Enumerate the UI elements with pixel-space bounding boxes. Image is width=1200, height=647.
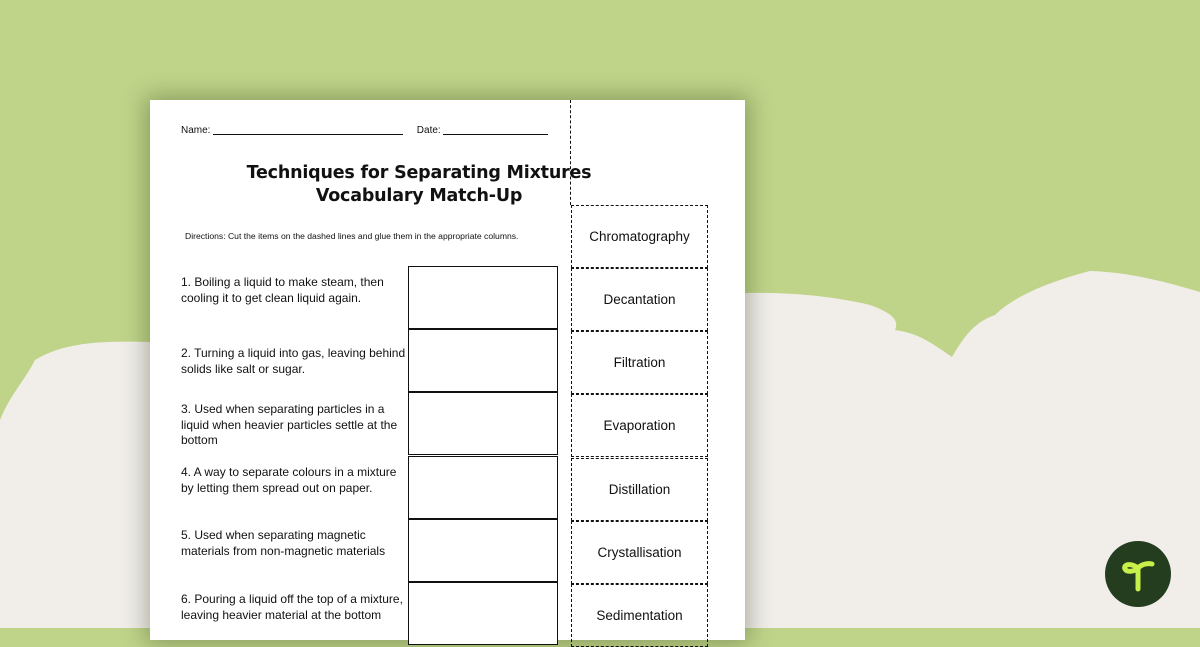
answer-box[interactable] [408,456,558,519]
term-card[interactable]: Distillation [571,458,708,522]
question-item: 6. Pouring a liquid off the top of a mix… [181,592,403,622]
answer-box[interactable] [408,392,558,455]
term-card[interactable]: Chromatography [571,205,708,269]
worksheet-page: Name: Date: Techniques for Separating Mi… [150,100,745,647]
name-label: Name: [181,125,211,136]
term-card[interactable]: Sedimentation [571,584,708,647]
term-card[interactable]: Evaporation [571,394,708,458]
term-card[interactable]: Crystallisation [571,521,708,585]
answer-box[interactable] [408,266,558,329]
question-item: 4. A way to separate colours in a mixtur… [181,465,397,495]
date-field[interactable] [443,134,549,135]
sprout-t-icon [1122,561,1155,592]
term-card[interactable]: Filtration [571,331,708,395]
question-item: 1. Boiling a liquid to make steam, then … [181,275,384,305]
question-item: 3. Used when separating particles in a l… [181,402,398,447]
answer-box[interactable] [408,329,558,392]
name-date-row: Name: Date: [181,125,549,136]
worksheet-title: Techniques for Separating Mixtures Vocab… [150,162,688,208]
brand-logo[interactable] [1105,541,1171,607]
term-card[interactable]: Decantation [571,268,708,332]
date-label: Date: [416,125,441,136]
cream-blob-shape [0,341,150,628]
answer-box[interactable] [408,519,558,582]
answer-box[interactable] [408,582,558,645]
directions-text: Directions: Cut the items on the dashed … [185,231,519,241]
question-item: 5. Used when separating magnetic materia… [181,528,386,558]
question-item: 2. Turning a liquid into gas, leaving be… [181,346,406,376]
title-line-1: Techniques for Separating Mixtures [246,163,592,183]
name-field[interactable] [213,134,404,135]
